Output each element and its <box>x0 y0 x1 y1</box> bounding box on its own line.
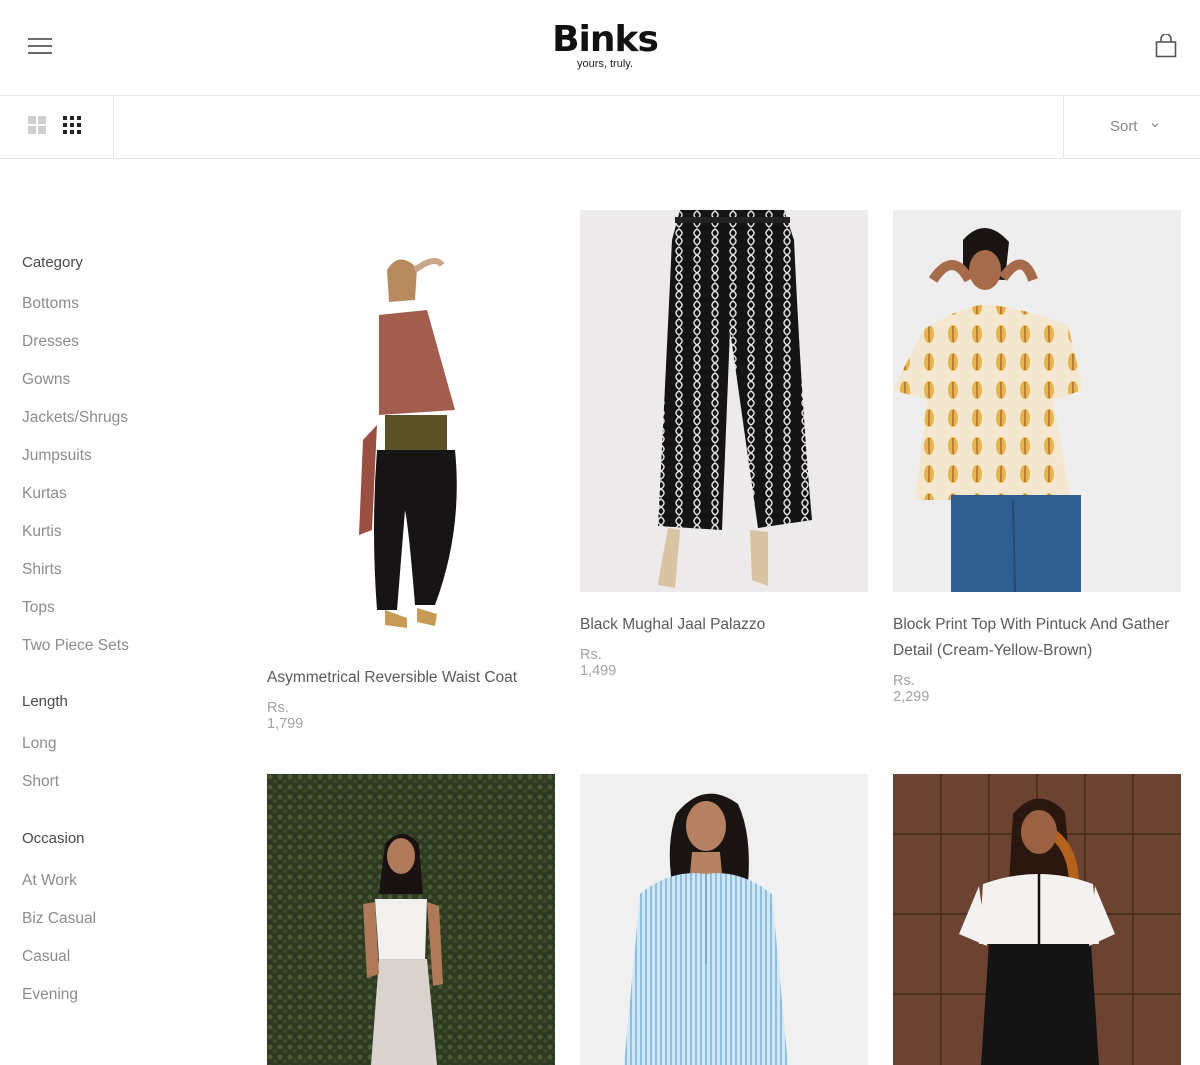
product-image[interactable] <box>267 774 555 1065</box>
product-name[interactable]: Block Print Top With Pintuck And Gather … <box>893 612 1181 664</box>
filter-length-short[interactable]: Short <box>22 773 59 791</box>
chevron-down-icon <box>1151 123 1159 128</box>
product-price: Rs. 1,799 <box>267 700 304 732</box>
filter-category-dresses[interactable]: Dresses <box>22 333 79 351</box>
filter-title-occasion: Occasion <box>22 830 85 847</box>
cart-icon[interactable] <box>1155 34 1177 58</box>
brand-logo[interactable]: Binks yours, truly. <box>500 19 710 71</box>
filter-length-long[interactable]: Long <box>22 735 56 753</box>
filter-title-category: Category <box>22 254 83 271</box>
product-image[interactable] <box>893 774 1181 1065</box>
filter-occasion-at-work[interactable]: At Work <box>22 872 77 890</box>
filter-occasion-evening[interactable]: Evening <box>22 986 78 1004</box>
product-image[interactable] <box>580 774 868 1065</box>
product-name[interactable]: Asymmetrical Reversible Waist Coat <box>267 665 555 691</box>
filter-occasion-casual[interactable]: Casual <box>22 948 70 966</box>
product-image[interactable] <box>267 210 555 650</box>
filter-category-jumpsuits[interactable]: Jumpsuits <box>22 447 92 465</box>
brand-tagline: yours, truly. <box>576 58 634 70</box>
collection-toolbar: Sort <box>0 96 1200 159</box>
filter-category-two-piece-sets[interactable]: Two Piece Sets <box>22 637 129 655</box>
filter-title-length: Length <box>22 693 68 710</box>
product-image[interactable] <box>893 210 1181 592</box>
filter-category-bottoms[interactable]: Bottoms <box>22 295 79 313</box>
filter-category-kurtas[interactable]: Kurtas <box>22 485 67 503</box>
filter-category-shirts[interactable]: Shirts <box>22 561 62 579</box>
grid-3-view-icon[interactable] <box>63 116 83 136</box>
brand-name: Binks <box>552 19 659 60</box>
product-price: Rs. 2,299 <box>893 673 930 705</box>
product-image[interactable] <box>580 210 868 592</box>
product-price: Rs. 1,499 <box>580 647 617 679</box>
view-switcher <box>0 96 114 158</box>
product-name[interactable]: Black Mughal Jaal Palazzo <box>580 612 868 638</box>
filter-category-jackets-shrugs[interactable]: Jackets/Shrugs <box>22 409 128 427</box>
sort-dropdown[interactable]: Sort <box>1063 96 1200 158</box>
filter-category-gowns[interactable]: Gowns <box>22 371 70 389</box>
filter-category-kurtis[interactable]: Kurtis <box>22 523 62 541</box>
filter-category-tops[interactable]: Tops <box>22 599 55 617</box>
sort-label: Sort <box>1110 118 1138 135</box>
grid-2-view-icon[interactable] <box>28 116 48 136</box>
site-header: Binks yours, truly. <box>0 0 1200 96</box>
hamburger-menu-icon[interactable] <box>28 38 52 56</box>
filter-occasion-biz-casual[interactable]: Biz Casual <box>22 910 96 928</box>
